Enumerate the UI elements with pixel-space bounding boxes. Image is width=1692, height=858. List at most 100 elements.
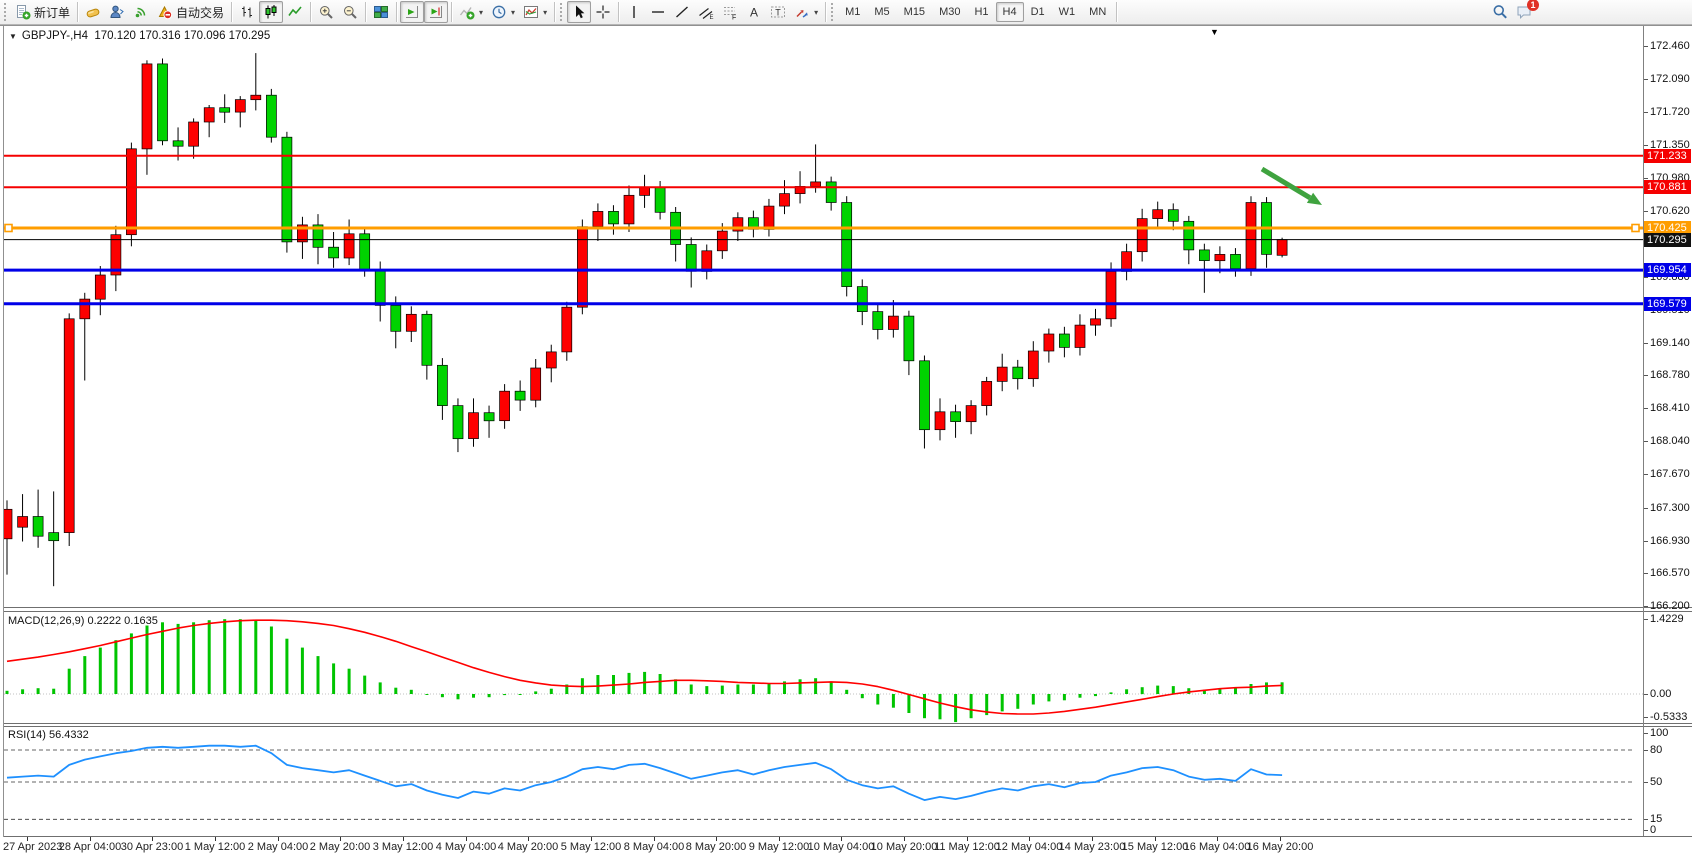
time-tick-label: 14 May 23:00 [1059,841,1126,853]
line-chart-icon [287,4,303,20]
time-tick-label: 12 May 04:00 [996,841,1063,853]
arrows-tool-button[interactable]: ▾ [790,1,822,23]
tiles-icon [373,4,389,20]
time-axis[interactable]: 27 Apr 202328 Apr 04:0030 Apr 23:001 May… [0,837,1692,858]
toolbar-separator [365,2,366,22]
price-tick [1644,541,1648,542]
crosshair-icon [595,4,611,20]
chart-title: ▼ GBPJPY-,H4 170.120 170.316 170.096 170.… [9,30,270,42]
timeframe-d1-button[interactable]: D1 [1024,2,1052,22]
time-tick-label: 30 Apr 23:00 [121,841,183,853]
auto-scroll-button[interactable] [400,1,424,23]
market-watch-button[interactable] [81,1,105,23]
price-tick [1644,46,1648,47]
candlestick-mode-button[interactable] [259,1,283,23]
clock-icon [491,4,507,20]
crosshair-tool-button[interactable] [591,1,615,23]
timeframe-m1-button[interactable]: M1 [838,2,867,22]
symbol-dropdown-icon[interactable]: ▼ [9,32,17,41]
svg-text:A: A [750,6,758,20]
text-label-tool-button[interactable]: T [766,1,790,23]
equidistant-channel-tool-button[interactable]: E [694,1,718,23]
periods-button[interactable]: ▾ [487,1,519,23]
line-chart-mode-button[interactable] [283,1,307,23]
time-tick-label: 15 May 12:00 [1122,841,1189,853]
line-selection-handle[interactable] [1632,225,1639,232]
price-tick-label: 168.040 [1650,435,1690,447]
timeframe-h1-button[interactable]: H1 [967,2,995,22]
signal-icon [133,4,149,20]
chart-shift-marker-icon[interactable]: ▼ [1210,27,1219,37]
panel-separator[interactable] [4,611,1692,612]
chat-button[interactable]: 1 [1512,1,1536,23]
price-tick-label: 168.780 [1650,369,1690,381]
price-tick-label: 168.410 [1650,402,1690,414]
price-tick [1644,145,1648,146]
chevron-down-icon[interactable]: ▾ [814,8,818,17]
toolbar-separator [231,2,232,22]
time-tick-label: 2 May 20:00 [310,841,371,853]
panel-separator[interactable] [4,723,1692,724]
vline-icon [626,4,642,20]
price-tick-label: 166.930 [1650,535,1690,547]
main-toolbar: 新订单 自动交易 ▾ ▾ ▾ EFA T ▾ M1M5M15M30H1H4D1W1MN [0,0,1692,25]
chart-symbol-period: GBPJPY-,H4 [22,30,88,42]
price-tick [1644,211,1648,212]
toolbar-drag-handle[interactable] [831,3,834,21]
price-chart-plot[interactable] [4,27,1643,607]
text-tool-button[interactable]: A [742,1,766,23]
rsi-tick-label: 80 [1650,744,1662,756]
time-tick-label: 10 May 04:00 [808,841,875,853]
macd-tick-label: 0.00 [1650,688,1671,700]
toolbar-separator [310,2,311,22]
panel-separator[interactable] [4,607,1692,608]
zoom-out-button[interactable] [338,1,362,23]
rsi-tick-label: 0 [1650,824,1656,836]
timeframe-h4-button[interactable]: H4 [996,2,1024,22]
timeframe-w1-button[interactable]: W1 [1052,2,1083,22]
chart-ohlc-values: 170.120 170.316 170.096 170.295 [94,30,270,42]
bar-chart-mode-button[interactable] [235,1,259,23]
new-order-button[interactable]: 新订单 [11,1,74,23]
doc-plus-icon [15,4,31,20]
accounts-button[interactable] [105,1,129,23]
time-tick-label: 4 May 20:00 [498,841,559,853]
level-price-badge: 171.233 [1644,149,1691,163]
macd-plot[interactable] [4,613,1643,723]
search-button[interactable] [1488,1,1512,23]
chevron-down-icon[interactable]: ▾ [543,8,547,17]
chevron-down-icon[interactable]: ▾ [511,8,515,17]
time-tick-label: 4 May 04:00 [436,841,497,853]
chevron-down-icon[interactable]: ▾ [479,8,483,17]
timeframe-m15-button[interactable]: M15 [897,2,932,22]
toolbar-drag-handle[interactable] [4,3,7,21]
chart-shift-button[interactable] [424,1,448,23]
price-tick-label: 170.620 [1650,205,1690,217]
line-selection-handle[interactable] [5,225,12,232]
horizontal-level-lines[interactable] [4,156,1643,304]
person-icon [109,4,125,20]
trendline-tool-button[interactable] [670,1,694,23]
time-tick-label: 1 May 12:00 [185,841,246,853]
indicators-list-button[interactable]: ▾ [455,1,487,23]
toolbar-drag-handle[interactable] [560,3,563,21]
templates-button[interactable]: ▾ [519,1,551,23]
cursor-tool-button[interactable] [567,1,591,23]
time-tick-label: 10 May 20:00 [871,841,938,853]
svg-text:T: T [775,8,781,18]
timeframe-m30-button[interactable]: M30 [932,2,967,22]
chart-window[interactable]: ▼ GBPJPY-,H4 170.120 170.316 170.096 170.… [0,25,1692,857]
macd-histogram [6,619,1284,722]
timeframe-mn-button[interactable]: MN [1082,2,1113,22]
tile-windows-button[interactable] [369,1,393,23]
svg-text:E: E [710,15,714,20]
fibonacci-tool-button[interactable]: F [718,1,742,23]
signals-button[interactable] [129,1,153,23]
zoom-in-button[interactable] [314,1,338,23]
time-tick-label: 8 May 20:00 [686,841,747,853]
timeframe-m5-button[interactable]: M5 [867,2,896,22]
vertical-line-tool-button[interactable] [622,1,646,23]
rsi-plot[interactable] [4,727,1643,836]
auto-trading-button[interactable]: 自动交易 [153,1,228,23]
horizontal-line-tool-button[interactable] [646,1,670,23]
